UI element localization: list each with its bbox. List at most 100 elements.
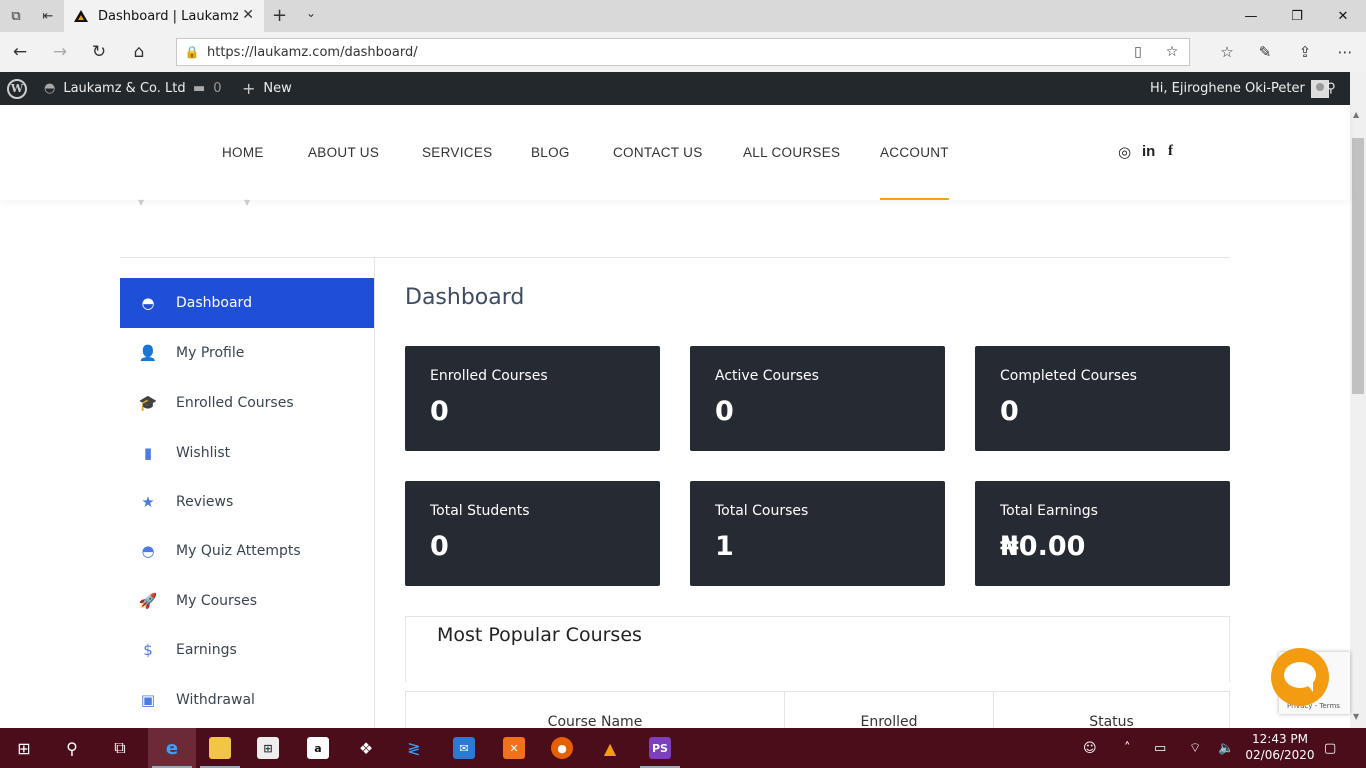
- caret-down-icon: ▼: [138, 198, 145, 207]
- windows-start-icon[interactable]: ⊞: [0, 728, 48, 768]
- tab-title: Dashboard | Laukamz &: [98, 8, 238, 24]
- sidebar-item-label: Reviews: [176, 494, 234, 510]
- scrollbar-thumb[interactable]: [1352, 138, 1364, 394]
- sidebar-item-label: My Courses: [176, 593, 257, 609]
- forward-icon[interactable]: →: [48, 40, 72, 64]
- web-notes-icon[interactable]: ✎: [1250, 40, 1280, 64]
- xampp-icon[interactable]: ✕: [490, 728, 538, 768]
- sidebar-item-reviews[interactable]: ★ Reviews: [120, 477, 374, 527]
- sidebar-item-my-courses[interactable]: 🚀 My Courses: [120, 576, 374, 626]
- edge-browser-icon[interactable]: e: [148, 728, 196, 768]
- browser-tab[interactable]: Dashboard | Laukamz & ✕: [64, 0, 264, 32]
- home-icon[interactable]: ⌂: [127, 40, 151, 64]
- sidebar-item-earnings[interactable]: $ Earnings: [120, 625, 374, 675]
- url-field[interactable]: 🔒 https://laukamz.com/dashboard/ ▯ ☆: [176, 38, 1190, 66]
- sidebar-item-enrolled-courses[interactable]: 🎓 Enrolled Courses: [120, 378, 374, 428]
- minimize-icon[interactable]: —: [1228, 0, 1274, 32]
- back-icon[interactable]: ←: [8, 40, 32, 64]
- search-icon[interactable]: ⚲: [1326, 72, 1336, 105]
- popular-courses-table-header: Course Name Enrolled Status: [405, 691, 1230, 732]
- close-tab-icon[interactable]: ✕: [242, 7, 254, 23]
- favorite-star-icon[interactable]: ☆: [1155, 44, 1189, 60]
- nav-services[interactable]: SERVICES: [422, 105, 492, 200]
- user-icon: 👤: [138, 344, 158, 362]
- url-text[interactable]: https://laukamz.com/dashboard/: [207, 45, 1121, 60]
- dropbox-icon[interactable]: ❖: [342, 728, 390, 768]
- wp-comments-count: 0: [213, 81, 222, 96]
- nav-about-us[interactable]: ABOUT US: [308, 105, 379, 200]
- clock[interactable]: 12:43 PM 02/06/2020: [1240, 731, 1320, 763]
- nav-all-courses[interactable]: ALL COURSES: [743, 105, 840, 200]
- more-options-icon[interactable]: ⋯: [1330, 40, 1360, 64]
- stat-label: Total Earnings: [1000, 503, 1098, 519]
- sidebar-item-label: Dashboard: [176, 295, 252, 311]
- firefox-icon[interactable]: ●: [538, 728, 586, 768]
- sidebar-item-label: My Profile: [176, 345, 245, 361]
- nav-blog[interactable]: BLOG: [531, 105, 570, 200]
- wp-comments-link[interactable]: ▬ 0: [193, 72, 222, 105]
- chevron-up-icon[interactable]: ˄: [1124, 728, 1131, 768]
- task-view-icon[interactable]: ⧉: [96, 728, 144, 768]
- wp-site-link[interactable]: ◓ Laukamz & Co. Ltd: [44, 72, 186, 105]
- star-icon: ★: [141, 493, 155, 511]
- sidebar-item-dashboard[interactable]: ◓ Dashboard: [120, 278, 374, 328]
- browser-tab-bar: ⧉ ⇤ Dashboard | Laukamz & ✕ + ⌄ — ❐ ✕: [0, 0, 1366, 32]
- reading-view-icon[interactable]: ▯: [1121, 44, 1155, 60]
- favorites-hub-icon[interactable]: ☆: [1212, 40, 1242, 64]
- stat-card-total-earnings: Total Earnings ₦0.00: [975, 481, 1230, 586]
- gauge-icon: ◓: [141, 294, 155, 312]
- wifi-icon[interactable]: ⌔: [1189, 728, 1201, 768]
- chat-bubble-icon[interactable]: [1271, 648, 1329, 706]
- notifications-icon[interactable]: ▢: [1324, 728, 1336, 768]
- page-scrollbar[interactable]: ▲ ▼: [1350, 72, 1366, 728]
- sidebar-item-withdrawal[interactable]: ▣ Withdrawal: [120, 675, 374, 725]
- plus-icon: +: [242, 79, 256, 98]
- nav-home[interactable]: HOME: [222, 105, 264, 200]
- vlc-icon[interactable]: ▲: [586, 728, 634, 768]
- file-explorer-icon[interactable]: [196, 728, 244, 768]
- set-aside-tabs-icon[interactable]: ⇤: [32, 0, 64, 32]
- clock-time: 12:43 PM: [1252, 732, 1308, 746]
- sidebar-item-wishlist[interactable]: ▮ Wishlist: [120, 428, 374, 478]
- search-icon[interactable]: ⚲: [48, 728, 96, 768]
- windows-taskbar: ⊞ ⚲ ⧉ e ⊞ a ❖ ≷ ✉ ✕ ● ▲ PS ☺ ˄ ▭ ⌔ 🔈 12:…: [0, 728, 1366, 768]
- refresh-icon[interactable]: ↻: [87, 40, 111, 64]
- nav-account[interactable]: ACCOUNT: [880, 105, 949, 200]
- caret-down-icon: ▼: [244, 198, 251, 207]
- vscode-icon[interactable]: ≷: [390, 728, 438, 768]
- dashboard-sidebar: ◓ Dashboard 👤 My Profile 🎓 Enrolled Cour…: [120, 258, 375, 728]
- graduation-cap-icon: 🎓: [138, 394, 158, 412]
- sidebar-item-my-profile[interactable]: 👤 My Profile: [120, 328, 374, 378]
- popular-courses-panel: Most Popular Courses: [405, 616, 1230, 682]
- close-window-icon[interactable]: ✕: [1320, 0, 1366, 32]
- new-tab-icon[interactable]: +: [272, 5, 287, 26]
- wp-new-link[interactable]: + New: [242, 72, 292, 105]
- sidebar-item-label: Wishlist: [176, 445, 231, 461]
- phpstorm-icon[interactable]: PS: [636, 728, 684, 768]
- amazon-icon[interactable]: a: [294, 728, 342, 768]
- sidebar-item-my-quiz-attempts[interactable]: ◓ My Quiz Attempts: [120, 526, 374, 576]
- volume-icon[interactable]: 🔈: [1218, 728, 1234, 768]
- scroll-up-icon[interactable]: ▲: [1353, 110, 1359, 119]
- sidebar-item-label: My Quiz Attempts: [176, 543, 301, 559]
- scroll-down-icon[interactable]: ▼: [1353, 712, 1359, 721]
- people-icon[interactable]: ☺: [1083, 728, 1097, 768]
- wp-account-link[interactable]: Hi, Ejiroghene Oki-Peter: [1150, 72, 1329, 105]
- restore-icon[interactable]: ❐: [1274, 0, 1320, 32]
- sidebar-item-label: Enrolled Courses: [176, 395, 294, 411]
- nav-contact-us[interactable]: CONTACT US: [613, 105, 703, 200]
- store-icon[interactable]: ⊞: [244, 728, 292, 768]
- stat-value: ₦0.00: [1000, 531, 1086, 562]
- mail-icon[interactable]: ✉: [440, 728, 488, 768]
- linkedin-icon[interactable]: in: [1142, 143, 1155, 160]
- wordpress-logo-icon[interactable]: W: [7, 72, 27, 105]
- tab-list-chevron-icon[interactable]: ⌄: [306, 6, 316, 20]
- instagram-icon[interactable]: ◎: [1118, 143, 1131, 161]
- facebook-icon[interactable]: f: [1168, 143, 1173, 160]
- stat-label: Total Students: [430, 503, 530, 519]
- wp-admin-bar: W ◓ Laukamz & Co. Ltd ▬ 0 + New Hi, Ejir…: [0, 72, 1350, 105]
- rocket-icon: 🚀: [138, 592, 158, 610]
- battery-icon[interactable]: ▭: [1154, 728, 1166, 768]
- share-icon[interactable]: ⇪: [1290, 40, 1320, 64]
- tab-actions-icon[interactable]: ⧉: [0, 0, 32, 32]
